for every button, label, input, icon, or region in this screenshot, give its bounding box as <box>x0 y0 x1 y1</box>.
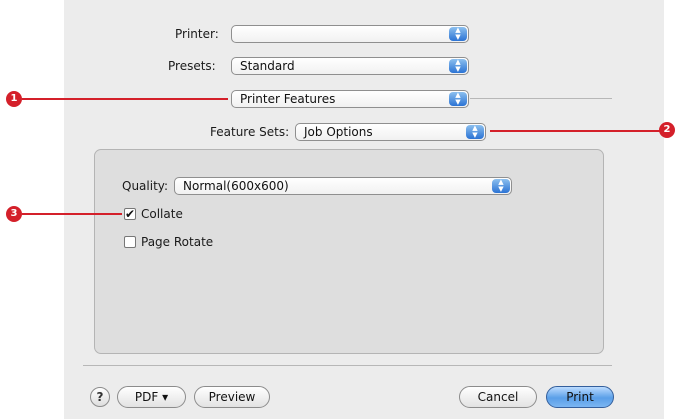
callout-3-line <box>22 213 122 215</box>
callout-1: 1 <box>6 91 22 107</box>
page-rotate-label: Page Rotate <box>141 235 214 249</box>
collate-label: Collate <box>141 207 183 221</box>
page-rotate-checkbox[interactable] <box>124 236 136 248</box>
presets-popup[interactable]: Standard ▲ ▼ <box>231 57 469 75</box>
quality-label: Quality: <box>122 179 169 193</box>
panel-popup[interactable]: Printer Features ▲ ▼ <box>231 90 469 108</box>
callout-2: 2 <box>659 122 675 138</box>
quality-value: Normal(600x600) <box>183 179 289 193</box>
preview-button[interactable]: Preview <box>194 386 270 408</box>
feature-sets-popup[interactable]: Job Options ▲ ▼ <box>295 123 486 141</box>
help-icon[interactable]: ? <box>90 387 110 407</box>
panel-value: Printer Features <box>240 92 336 106</box>
feature-sets-value: Job Options <box>304 125 373 139</box>
footer-separator <box>83 365 612 366</box>
separator-right <box>470 98 612 99</box>
feature-sets-label: Feature Sets: <box>210 125 290 139</box>
callout-1-line <box>22 98 228 100</box>
print-button[interactable]: Print <box>546 386 614 408</box>
printer-label: Printer: <box>175 27 219 41</box>
callout-2-line <box>490 130 660 132</box>
updown-arrows-icon: ▲ ▼ <box>449 27 467 41</box>
quality-popup[interactable]: Normal(600x600) ▲ ▼ <box>174 177 512 195</box>
collate-checkbox[interactable] <box>124 208 136 220</box>
callout-3: 3 <box>6 206 22 222</box>
printer-popup[interactable]: ▲ ▼ <box>231 25 469 43</box>
updown-arrows-icon: ▲ ▼ <box>449 92 467 106</box>
updown-arrows-icon: ▲ ▼ <box>466 125 484 139</box>
presets-label: Presets: <box>168 59 216 73</box>
updown-arrows-icon: ▲ ▼ <box>492 179 510 193</box>
updown-arrows-icon: ▲ ▼ <box>449 59 467 73</box>
cancel-button[interactable]: Cancel <box>459 386 537 408</box>
pdf-button[interactable]: PDF ▾ <box>117 386 186 408</box>
presets-value: Standard <box>240 59 295 73</box>
